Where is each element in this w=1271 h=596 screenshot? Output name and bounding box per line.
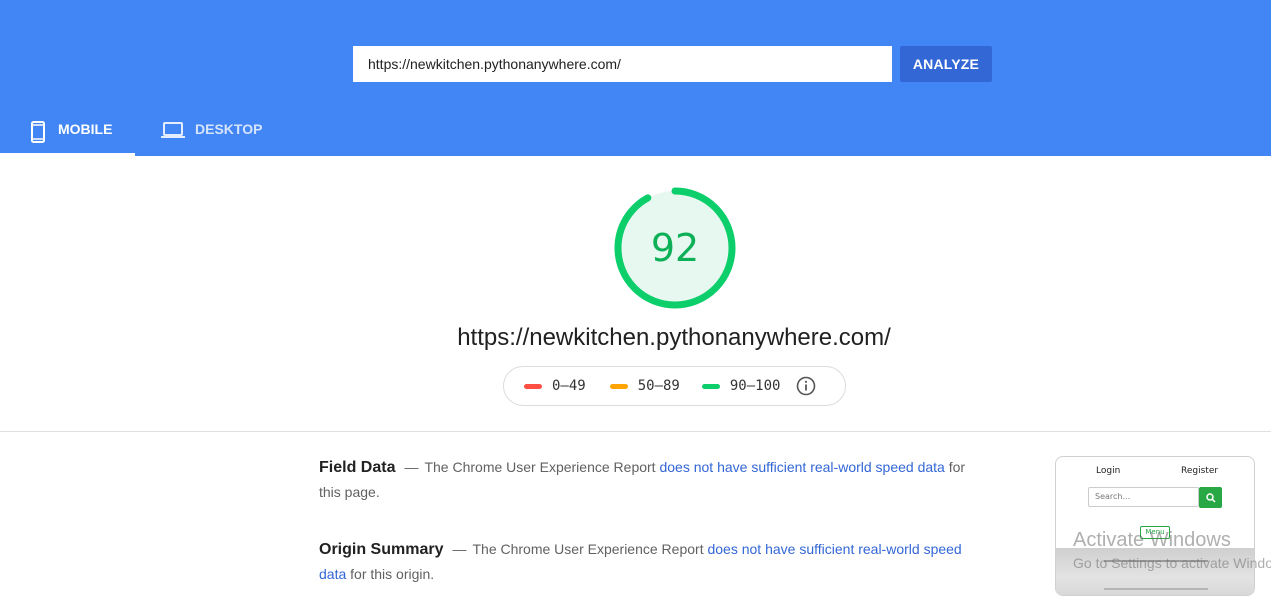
url-input[interactable]: [353, 46, 892, 82]
legend-item-poor: 0–49: [524, 378, 586, 394]
legend-label-poor: 0–49: [552, 378, 586, 394]
field-data-title: Field Data: [319, 459, 396, 476]
activate-windows-subtitle: Go to Settings to activate Windows.: [1073, 555, 1271, 571]
field-data-link[interactable]: does not have sufficient real-world spee…: [659, 459, 944, 475]
legend-label-good: 90–100: [729, 378, 781, 394]
thumbnail-register: Register: [1181, 466, 1219, 476]
field-data-section: Field Data — The Chrome User Experience Re…: [319, 455, 969, 505]
origin-summary-dash: —: [452, 541, 467, 557]
legend-swatch-good: [701, 383, 720, 389]
origin-summary-title: Origin Summary: [319, 541, 444, 558]
legend-item-average: 50–89: [609, 378, 680, 394]
legend-label-average: 50–89: [637, 378, 680, 394]
activate-windows-title: Activate Windows: [1073, 529, 1231, 551]
thumbnail-search-button: [1199, 487, 1222, 508]
smartphone-icon: [31, 121, 45, 146]
thumbnail-search-field: Search...: [1088, 487, 1199, 507]
tab-mobile[interactable]: MOBILE: [0, 110, 135, 156]
laptop-icon: [161, 121, 185, 142]
score-legend: 0–49 50–89 90–100: [503, 366, 846, 406]
page-screenshot-thumbnail: Login Register Search... Menu: [1055, 456, 1255, 596]
info-icon[interactable]: [796, 376, 816, 396]
field-data-dash: —: [404, 459, 419, 475]
tab-mobile-label: MOBILE: [58, 121, 113, 137]
field-data-text: The Chrome User Experience Report: [424, 459, 656, 475]
performance-score: 92: [650, 226, 700, 270]
analyze-button[interactable]: ANALYZE: [900, 46, 992, 82]
legend-swatch-poor: [524, 383, 542, 389]
origin-summary-text: The Chrome User Experience Report: [472, 541, 704, 557]
tested-url: https://newkitchen.pythonanywhere.com/: [457, 324, 891, 351]
thumbnail-login: Login: [1096, 466, 1121, 476]
section-divider: [0, 431, 1271, 432]
search-icon: [1205, 492, 1216, 503]
legend-item-good: 90–100: [701, 378, 781, 394]
tab-desktop-label: DESKTOP: [195, 121, 263, 137]
legend-swatch-average: [609, 383, 628, 389]
tab-desktop[interactable]: DESKTOP: [135, 110, 275, 156]
header-bar: ANALYZE MOBILE DESKTOP: [0, 0, 1271, 156]
score-gauge: 92: [612, 185, 738, 311]
